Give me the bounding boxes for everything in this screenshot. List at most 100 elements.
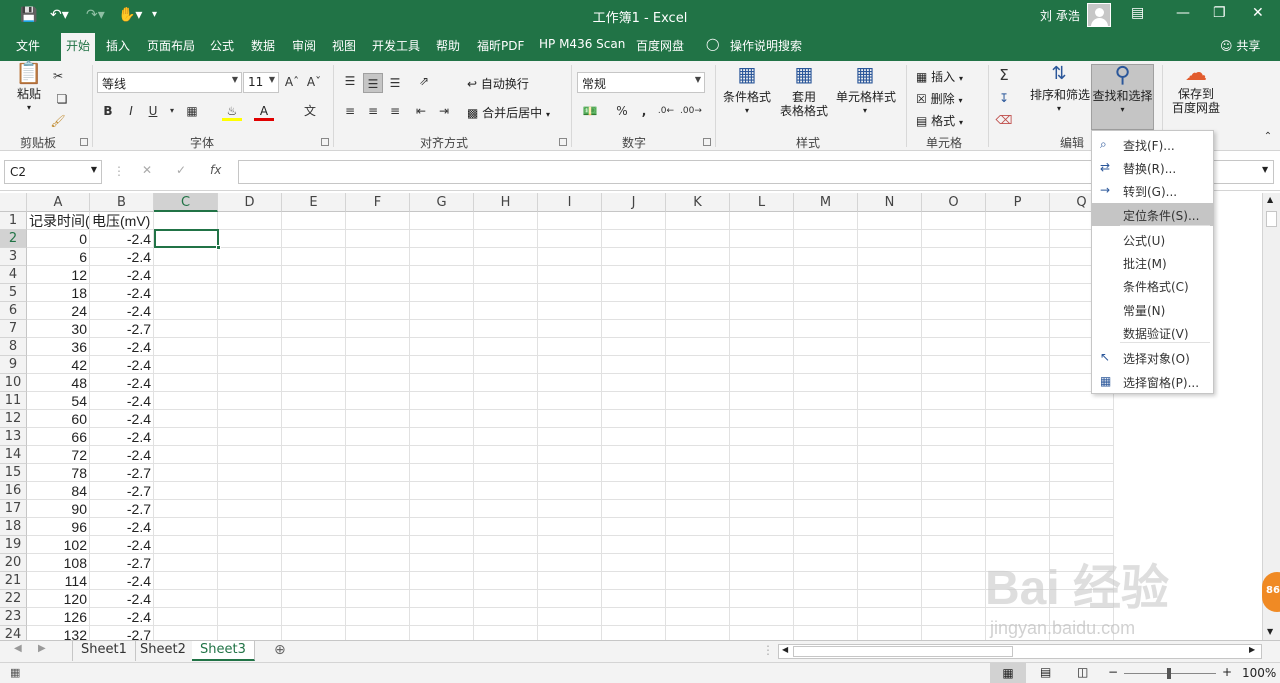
cell-e16[interactable] [282,482,346,500]
cell-c24[interactable] [154,626,218,640]
fill-color-icon[interactable]: ♨ [222,101,242,121]
cell-c21[interactable] [154,572,218,590]
insert-cells-button[interactable]: ▦ 插入 ▾ [916,68,963,85]
column-header-f[interactable]: F [346,193,410,212]
cell-a9[interactable]: 42 [27,356,90,374]
sort-filter-button[interactable]: ⇅ 排序和筛选 ▾ [1030,65,1090,116]
cell-a21[interactable]: 114 [27,572,90,590]
drag-handle-icon[interactable]: ⋮ [113,164,125,178]
menu-item-10[interactable]: ▦ 选择窗格(P)... [1092,370,1213,393]
cell-c19[interactable] [154,536,218,554]
underline-button[interactable]: U [143,101,163,121]
cell-n2[interactable] [858,230,922,248]
cell-h11[interactable] [474,392,538,410]
cell-k19[interactable] [666,536,730,554]
row-header-19[interactable]: 19 [0,536,27,554]
cell-l24[interactable] [730,626,794,640]
cell-g21[interactable] [410,572,474,590]
cell-i6[interactable] [538,302,602,320]
cell-g18[interactable] [410,518,474,536]
cell-l15[interactable] [730,464,794,482]
cell-m23[interactable] [794,608,858,626]
column-header-n[interactable]: N [858,193,922,212]
split-handle-icon[interactable]: ⋮ [762,643,774,657]
scroll-right-icon[interactable]: ▶ [1249,645,1255,654]
menu-item-6[interactable]: 条件格式(C) [1092,274,1213,297]
cell-n5[interactable] [858,284,922,302]
cell-o11[interactable] [922,392,986,410]
cell-e4[interactable] [282,266,346,284]
cell-k3[interactable] [666,248,730,266]
cell-d7[interactable] [218,320,282,338]
cell-b3[interactable]: -2.4 [90,248,154,266]
cell-h2[interactable] [474,230,538,248]
cell-l6[interactable] [730,302,794,320]
cell-j20[interactable] [602,554,666,572]
cell-j3[interactable] [602,248,666,266]
menu-item-8[interactable]: 数据验证(V) [1092,321,1213,344]
active-cell-c2[interactable] [154,229,219,248]
row-header-16[interactable]: 16 [0,482,27,500]
row-header-23[interactable]: 23 [0,608,27,626]
cell-j22[interactable] [602,590,666,608]
cell-m19[interactable] [794,536,858,554]
cell-l11[interactable] [730,392,794,410]
cell-m4[interactable] [794,266,858,284]
cell-k10[interactable] [666,374,730,392]
cell-m20[interactable] [794,554,858,572]
cell-c14[interactable] [154,446,218,464]
cell-m1[interactable] [794,212,858,230]
cell-f16[interactable] [346,482,410,500]
cell-o7[interactable] [922,320,986,338]
cell-o8[interactable] [922,338,986,356]
cell-h18[interactable] [474,518,538,536]
save-baidu-button[interactable]: ☁ 保存到 百度网盘 [1168,63,1224,116]
tab-baidu-pan[interactable]: 百度网盘 [636,37,684,54]
cell-l3[interactable] [730,248,794,266]
cell-e9[interactable] [282,356,346,374]
cell-j1[interactable] [602,212,666,230]
tab-page-layout[interactable]: 页面布局 [147,37,195,54]
cell-g4[interactable] [410,266,474,284]
cell-n21[interactable] [858,572,922,590]
cell-q16[interactable] [1050,482,1114,500]
cell-l18[interactable] [730,518,794,536]
cell-a16[interactable]: 84 [27,482,90,500]
menu-item-9[interactable]: ↖ 选择对象(O) [1092,346,1213,369]
cell-e7[interactable] [282,320,346,338]
cell-n23[interactable] [858,608,922,626]
italic-button[interactable]: I [121,101,141,121]
share-button[interactable]: ☺ 共享 [1220,37,1260,54]
cell-c3[interactable] [154,248,218,266]
cell-j19[interactable] [602,536,666,554]
cancel-icon[interactable]: ✕ [142,163,152,177]
number-format-select[interactable]: 常规 ▼ [577,72,705,93]
cell-p5[interactable] [986,284,1050,302]
cell-b21[interactable]: -2.4 [90,572,154,590]
cell-b5[interactable]: -2.4 [90,284,154,302]
cell-q15[interactable] [1050,464,1114,482]
cell-m11[interactable] [794,392,858,410]
cell-f8[interactable] [346,338,410,356]
cell-i17[interactable] [538,500,602,518]
orientation-icon[interactable]: ⇗ [414,71,434,91]
cell-c16[interactable] [154,482,218,500]
delete-cells-button[interactable]: ☒ 删除 ▾ [916,90,962,107]
cell-f1[interactable] [346,212,410,230]
tab-view[interactable]: 视图 [332,37,356,54]
zoom-level[interactable]: 100% [1242,666,1276,680]
cell-j16[interactable] [602,482,666,500]
increase-decimal-icon[interactable]: .0← [656,101,676,121]
cell-o3[interactable] [922,248,986,266]
cell-i7[interactable] [538,320,602,338]
cell-f18[interactable] [346,518,410,536]
scroll-thumb[interactable] [1266,211,1277,227]
cell-h8[interactable] [474,338,538,356]
tell-me-search[interactable]: 操作说明搜索 [730,37,802,54]
cell-e21[interactable] [282,572,346,590]
cell-n6[interactable] [858,302,922,320]
row-header-4[interactable]: 4 [0,266,27,284]
cell-o10[interactable] [922,374,986,392]
cell-c17[interactable] [154,500,218,518]
cell-k8[interactable] [666,338,730,356]
